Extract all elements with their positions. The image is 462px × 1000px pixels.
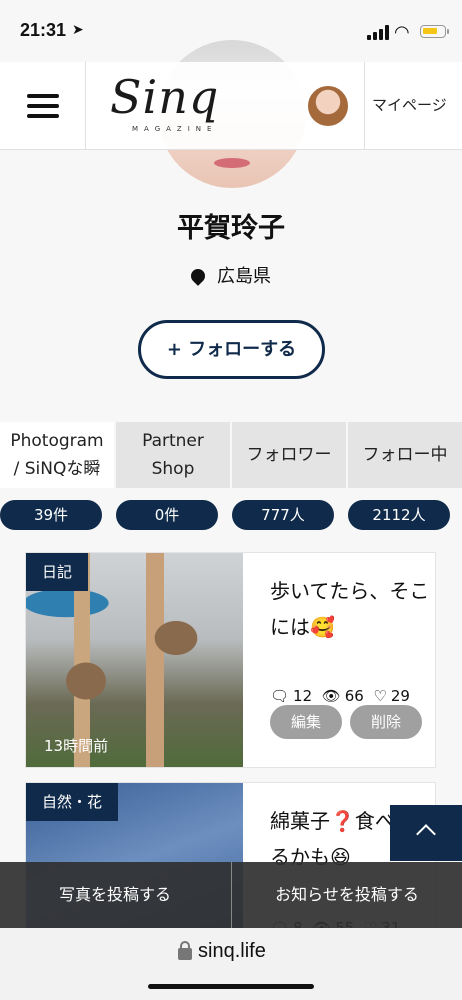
location-arrow-icon: ➤ bbox=[72, 22, 84, 38]
url-text[interactable]: sinq.life bbox=[198, 940, 266, 963]
user-avatar[interactable] bbox=[306, 84, 350, 128]
profile-name: 平賀玲子 bbox=[177, 213, 285, 244]
map-pin-icon bbox=[188, 266, 208, 286]
edit-button[interactable]: 編集 bbox=[270, 705, 342, 739]
status-time: 21:31 bbox=[20, 20, 67, 40]
post-card[interactable]: 日記 13時間前 歩いてたら、そこには🥰 🗨 12 👁 66 ♡ 29 編集 削除 bbox=[25, 552, 436, 768]
follow-button[interactable]: + フォローする bbox=[138, 320, 325, 379]
comment-icon: 🗨 bbox=[270, 687, 290, 705]
battery-icon bbox=[420, 25, 449, 38]
wifi-icon: ◠ bbox=[394, 22, 410, 43]
eye-icon: 👁 bbox=[321, 687, 341, 705]
delete-button[interactable]: 削除 bbox=[350, 705, 422, 739]
view-count: 66 bbox=[344, 687, 364, 705]
comment-count: 12 bbox=[293, 687, 313, 705]
location-text: 広島県 bbox=[217, 266, 271, 287]
browser-url-bar[interactable]: sinq.life bbox=[0, 928, 462, 1000]
partner-shop-count[interactable]: 0件 bbox=[116, 500, 218, 530]
site-logo[interactable]: Sinq MAGAZINE bbox=[110, 70, 260, 140]
bottom-action-bar: 写真を投稿する お知らせを投稿する bbox=[0, 862, 462, 928]
post-category-tag: 自然・花 bbox=[26, 783, 119, 821]
hamburger-menu-button[interactable] bbox=[0, 62, 86, 150]
post-photo-button[interactable]: 写真を投稿する bbox=[0, 862, 230, 928]
tab-photogram[interactable]: Photogram / SiNQな瞬 bbox=[0, 422, 114, 488]
heart-icon: ♡ bbox=[373, 687, 387, 705]
mypage-label: マイページ bbox=[372, 96, 447, 114]
tab-following[interactable]: フォロー中 bbox=[348, 422, 462, 488]
logo-subtext: MAGAZINE bbox=[132, 125, 218, 133]
scroll-to-top-button[interactable] bbox=[390, 805, 462, 861]
logo-wordmark: Sinq bbox=[110, 70, 220, 124]
photogram-count[interactable]: 39件 bbox=[0, 500, 102, 530]
stats-tabs: Photogram / SiNQな瞬 Partner Shop フォロワー フォ… bbox=[0, 422, 462, 488]
profile-location: 広島県 bbox=[0, 262, 462, 288]
mypage-link[interactable]: マイページ bbox=[364, 62, 462, 150]
post-meta: 🗨 12 👁 66 ♡ 29 bbox=[270, 687, 410, 705]
lock-icon bbox=[178, 941, 192, 960]
post-news-button[interactable]: お知らせを投稿する bbox=[232, 862, 462, 928]
site-header: Sinq MAGAZINE マイページ bbox=[0, 62, 462, 150]
chevron-up-icon bbox=[416, 824, 436, 844]
followers-count[interactable]: 777人 bbox=[232, 500, 334, 530]
post-time: 13時間前 bbox=[44, 737, 109, 755]
stats-counts: 39件 0件 777人 2112人 bbox=[0, 500, 462, 530]
post-title[interactable]: 歩いてたら、そこには🥰 bbox=[270, 573, 430, 645]
post-category-tag: 日記 bbox=[26, 553, 89, 591]
cellular-signal-icon bbox=[367, 24, 389, 40]
like-count: 29 bbox=[390, 687, 410, 705]
home-indicator[interactable] bbox=[148, 984, 314, 989]
following-count[interactable]: 2112人 bbox=[348, 500, 450, 530]
tab-followers[interactable]: フォロワー bbox=[232, 422, 346, 488]
tab-partner-shop[interactable]: Partner Shop bbox=[116, 422, 230, 488]
